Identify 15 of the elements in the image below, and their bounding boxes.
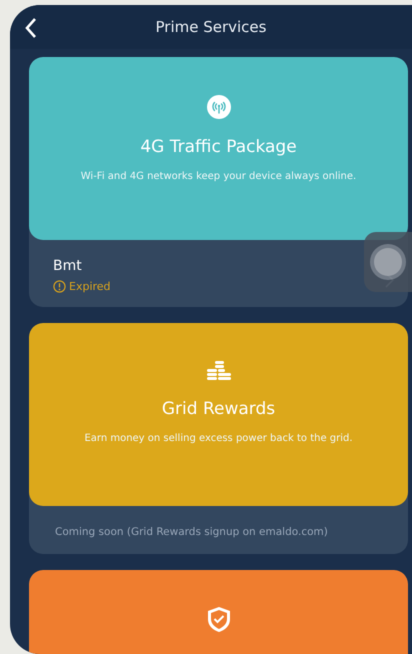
shield-check-icon	[206, 606, 230, 633]
floating-assistant-button[interactable]	[364, 232, 412, 292]
service-title: 4G Traffic Package	[140, 137, 297, 157]
service-description: Wi-Fi and 4G networks keep your device always online.	[80, 171, 356, 182]
service-card[interactable]: Grid Rewards Earn money on selling excess power back to the grid. Coming soon (Grid Rewards signup on emaldo.com)	[29, 323, 408, 554]
antenna-icon	[206, 95, 230, 119]
coming-soon-note: Coming soon (Grid Rewards signup on emaldo.com)	[55, 526, 329, 538]
service-description: Earn money on selling excess power back to the grid.	[84, 433, 353, 444]
back-chevron-icon	[24, 17, 38, 39]
package-name: Bmt	[53, 258, 83, 274]
warning-icon	[53, 280, 66, 293]
page-title: Prime Services	[156, 18, 266, 36]
service-card[interactable]: 4G Traffic Package Wi-Fi and 4G networks keep your device always online. Bmt Expired	[29, 57, 408, 307]
coins-icon	[206, 361, 230, 381]
service-title: Grid Rewards	[162, 399, 276, 419]
